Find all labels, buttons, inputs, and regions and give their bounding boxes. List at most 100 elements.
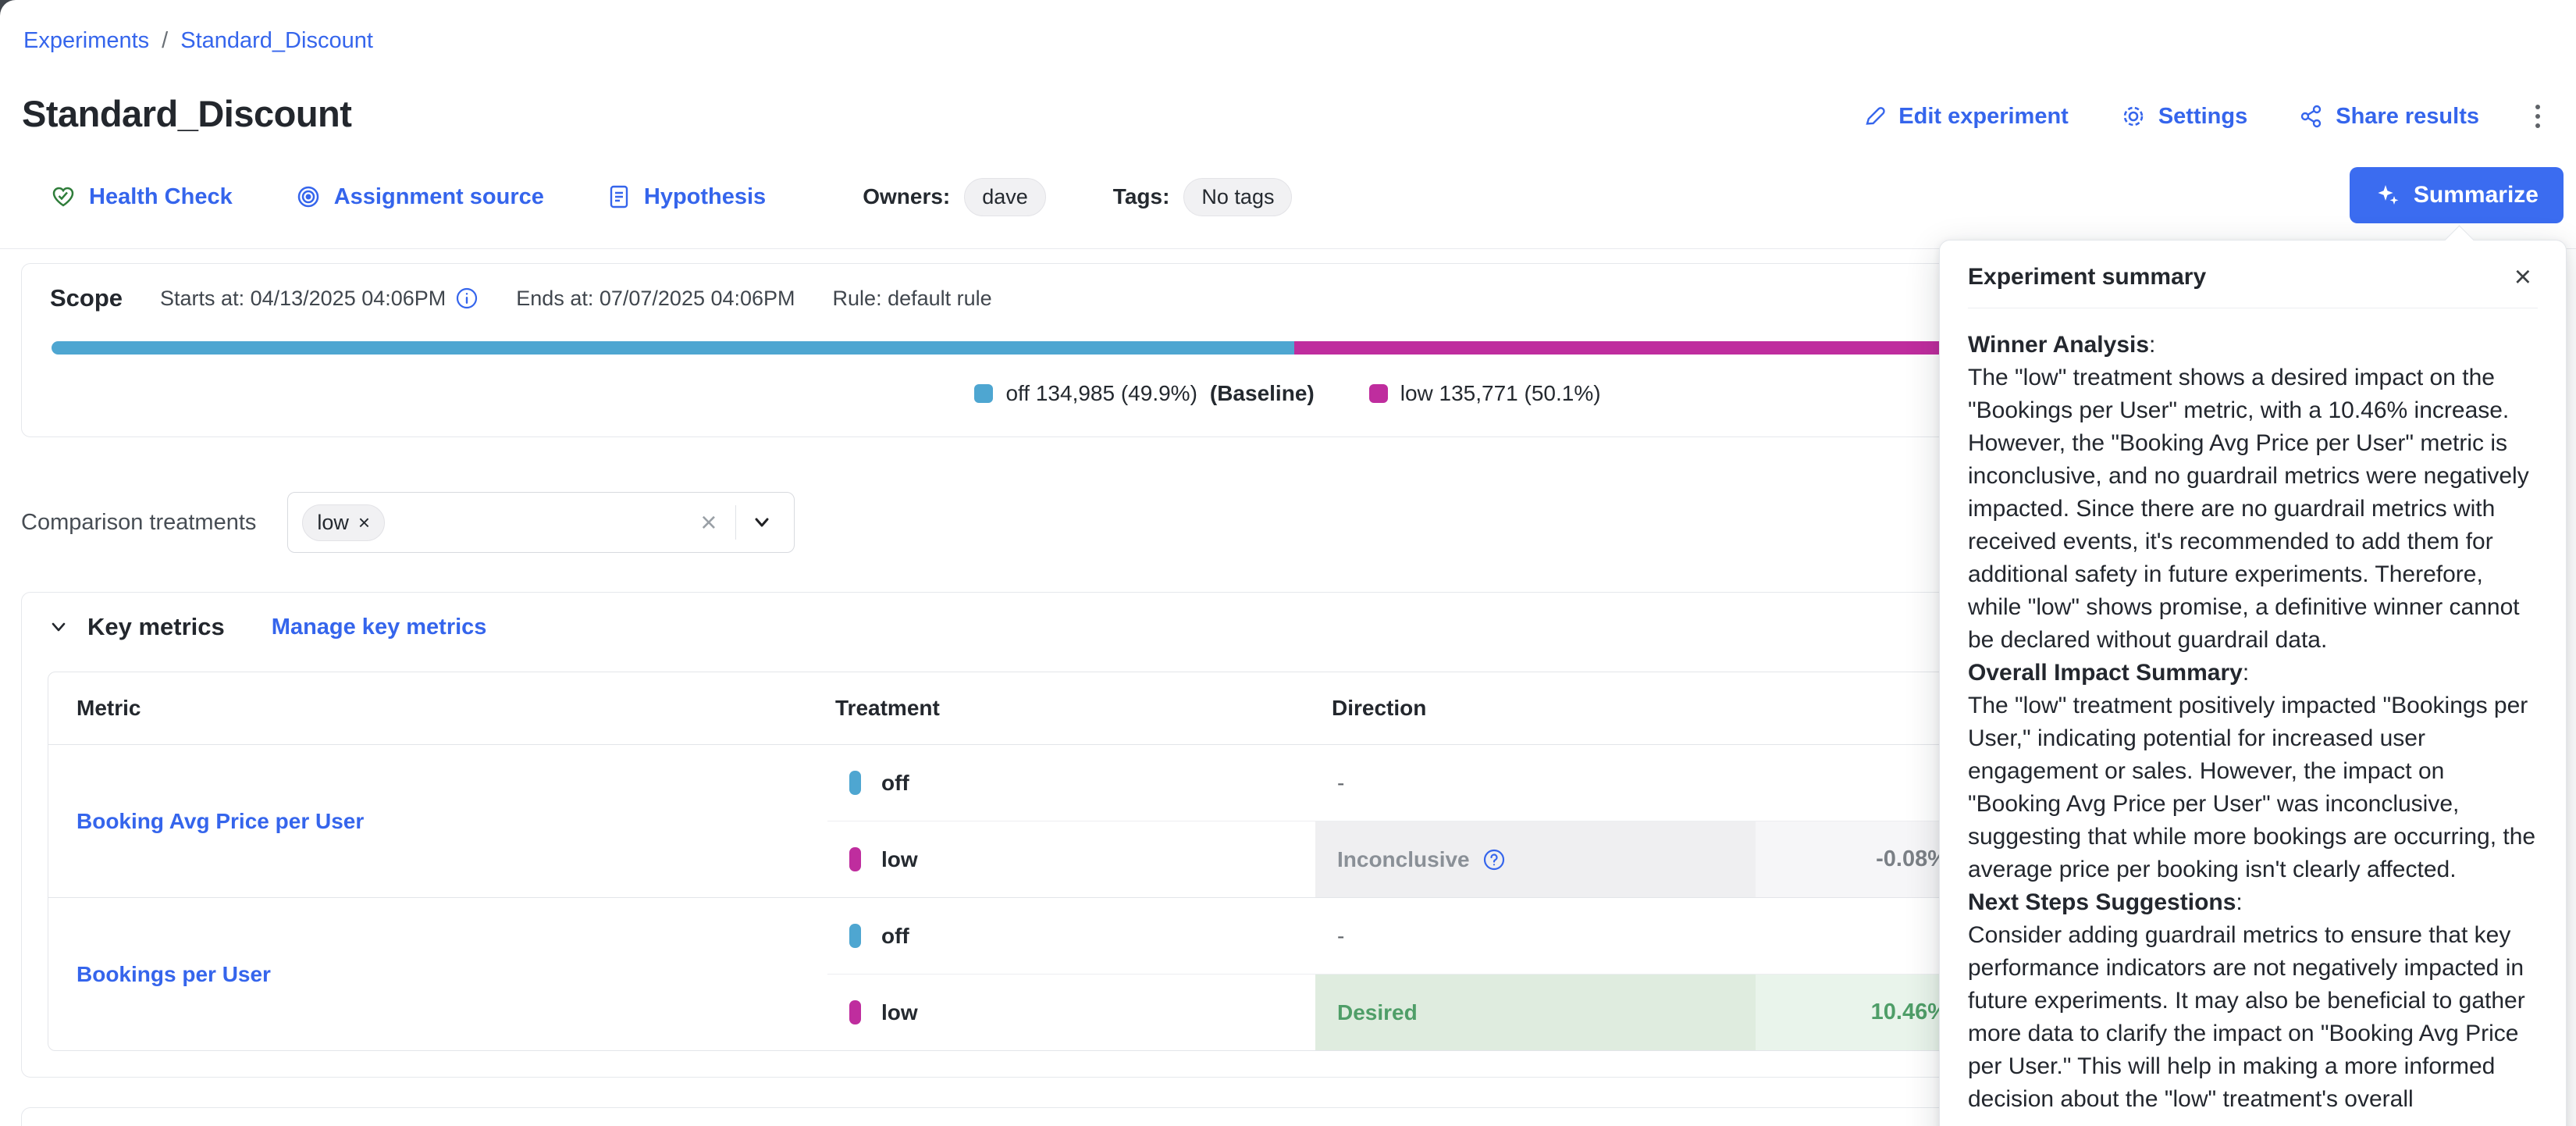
treatment-marker-off <box>849 924 861 948</box>
column-header-treatment: Treatment <box>835 672 940 744</box>
tab-assignment-source-label: Assignment source <box>334 184 544 210</box>
share-icon <box>2299 104 2324 129</box>
breadcrumb: Experiments / Standard_Discount <box>23 28 373 54</box>
experiment-summary-panel: Experiment summary × Winner Analysis: Th… <box>1939 240 2567 1126</box>
page-title: Standard_Discount <box>22 92 351 135</box>
summarize-button[interactable]: Summarize <box>2350 167 2564 223</box>
summary-text: The "low" treatment shows a desired impa… <box>1968 365 2529 653</box>
share-results-button[interactable]: Share results <box>2299 104 2479 130</box>
direction-cell-inconclusive: Inconclusive <box>1315 821 1756 897</box>
tab-health-check[interactable]: Health Check <box>50 184 233 210</box>
treatment-name: low <box>881 1000 918 1025</box>
close-icon[interactable]: × <box>2508 264 2538 290</box>
delta-cell-positive: 10.46% <box>1756 975 1968 1050</box>
summarize-label: Summarize <box>2414 182 2539 208</box>
share-results-label: Share results <box>2336 104 2479 130</box>
legend-item-off: off 134,985 (49.9%) (Baseline) <box>974 381 1314 406</box>
heart-check-icon <box>50 184 76 210</box>
owner-pill[interactable]: dave <box>964 178 1046 216</box>
experiment-toolbar: Health Check Assignment source Hypothesi… <box>50 173 1292 220</box>
comparison-treatments-select[interactable]: low × × <box>287 492 795 553</box>
tab-hypothesis-label: Hypothesis <box>644 184 766 210</box>
legend-baseline-tag: (Baseline) <box>1210 381 1315 406</box>
scope-title: Scope <box>50 284 123 312</box>
select-chevron-down-icon[interactable] <box>744 511 780 534</box>
legend-swatch-low <box>1369 384 1388 403</box>
summary-text: The "low" treatment positively impacted … <box>1968 693 2535 882</box>
page-surface: Experiments / Standard_Discount Standard… <box>0 0 2576 1126</box>
summary-heading: Winner Analysis <box>1968 332 2149 358</box>
question-circle-icon[interactable] <box>1482 848 1506 871</box>
pencil-icon <box>1862 104 1887 129</box>
metric-link-booking-avg-price[interactable]: Booking Avg Price per User <box>76 745 364 897</box>
settings-button[interactable]: Settings <box>2120 103 2247 130</box>
more-options-button[interactable] <box>2531 100 2545 133</box>
header-actions: Edit experiment Settings Share results <box>1862 100 2545 133</box>
direction-label: Desired <box>1337 1000 1418 1025</box>
legend-swatch-off <box>974 384 993 403</box>
app-window: Experiments / Standard_Discount Standard… <box>0 0 2576 1126</box>
tags-label: Tags: <box>1113 184 1170 209</box>
tab-assignment-source[interactable]: Assignment source <box>295 184 544 210</box>
summary-section-winner: Winner Analysis: The "low" treatment sho… <box>1968 329 2538 657</box>
direction-cell-desired: Desired <box>1315 975 1756 1050</box>
select-divider <box>735 505 736 540</box>
tags-group: Tags: No tags <box>1113 178 1293 216</box>
scope-header: Scope Starts at: 04/13/2025 04:06PM Ends… <box>50 284 992 312</box>
sparkles-icon <box>2375 182 2401 208</box>
document-icon <box>607 184 632 210</box>
summary-text: Consider adding guardrail metrics to ens… <box>1968 922 2525 1112</box>
treatment-name: low <box>881 847 918 872</box>
tab-health-check-label: Health Check <box>89 184 233 210</box>
chip-remove-icon[interactable]: × <box>358 511 370 535</box>
treatment-marker-off <box>849 771 861 795</box>
breadcrumb-separator: / <box>162 28 168 54</box>
settings-label: Settings <box>2158 104 2247 130</box>
column-header-direction: Direction <box>1332 672 1426 744</box>
legend-text-low: low 135,771 (50.1%) <box>1400 381 1601 406</box>
treatment-chip-label: low <box>317 511 349 535</box>
treatment-name: off <box>881 924 909 949</box>
scope-starts-text: Starts at: 04/13/2025 04:06PM <box>160 287 446 311</box>
manage-key-metrics-link[interactable]: Manage key metrics <box>272 615 487 640</box>
column-header-metric: Metric <box>76 672 141 744</box>
treatment-name: off <box>881 771 909 796</box>
gear-icon <box>2120 103 2147 130</box>
comparison-treatments-row: Comparison treatments low × × <box>21 492 795 553</box>
legend-item-low: low 135,771 (50.1%) <box>1369 381 1601 406</box>
tab-hypothesis[interactable]: Hypothesis <box>607 184 766 210</box>
metric-link-bookings-per-user[interactable]: Bookings per User <box>76 898 271 1050</box>
select-clear-button[interactable]: × <box>689 506 728 539</box>
allocation-bar-off-segment <box>52 341 1294 355</box>
edit-experiment-button[interactable]: Edit experiment <box>1862 104 2069 130</box>
treatment-chip-low[interactable]: low × <box>302 504 385 541</box>
comparison-treatments-label: Comparison treatments <box>21 510 256 536</box>
delta-cell-negative: -0.08% <box>1756 821 1968 897</box>
panel-body: Winner Analysis: The "low" treatment sho… <box>1968 329 2538 1116</box>
summary-heading: Next Steps Suggestions <box>1968 889 2236 915</box>
delta-cell <box>1756 745 1968 821</box>
summary-heading: Overall Impact Summary <box>1968 660 2243 686</box>
scope-rule: Rule: default rule <box>833 287 992 311</box>
info-icon[interactable] <box>455 287 479 310</box>
key-metrics-header: Key metrics Manage key metrics <box>48 613 486 641</box>
target-icon <box>295 184 322 210</box>
key-metrics-title: Key metrics <box>87 613 225 641</box>
breadcrumb-current-link[interactable]: Standard_Discount <box>180 28 373 54</box>
collapse-chevron-down-icon[interactable] <box>48 617 69 637</box>
delta-cell <box>1756 898 1968 974</box>
scope-ends: Ends at: 07/07/2025 04:06PM <box>516 287 795 311</box>
summary-section-next-steps: Next Steps Suggestions: Consider adding … <box>1968 886 2538 1116</box>
summary-section-impact: Overall Impact Summary: The "low" treatm… <box>1968 657 2538 886</box>
direction-cell: - <box>1315 745 1756 821</box>
owners-label: Owners: <box>863 184 950 209</box>
treatment-marker-low <box>849 1000 861 1024</box>
treatment-marker-low <box>849 847 861 871</box>
direction-label: Inconclusive <box>1337 847 1470 872</box>
kebab-icon <box>2535 105 2540 109</box>
panel-title: Experiment summary <box>1968 264 2206 290</box>
no-tags-pill[interactable]: No tags <box>1183 178 1292 216</box>
scope-starts: Starts at: 04/13/2025 04:06PM <box>160 287 479 311</box>
breadcrumb-experiments-link[interactable]: Experiments <box>23 28 149 54</box>
edit-experiment-label: Edit experiment <box>1898 104 2069 130</box>
